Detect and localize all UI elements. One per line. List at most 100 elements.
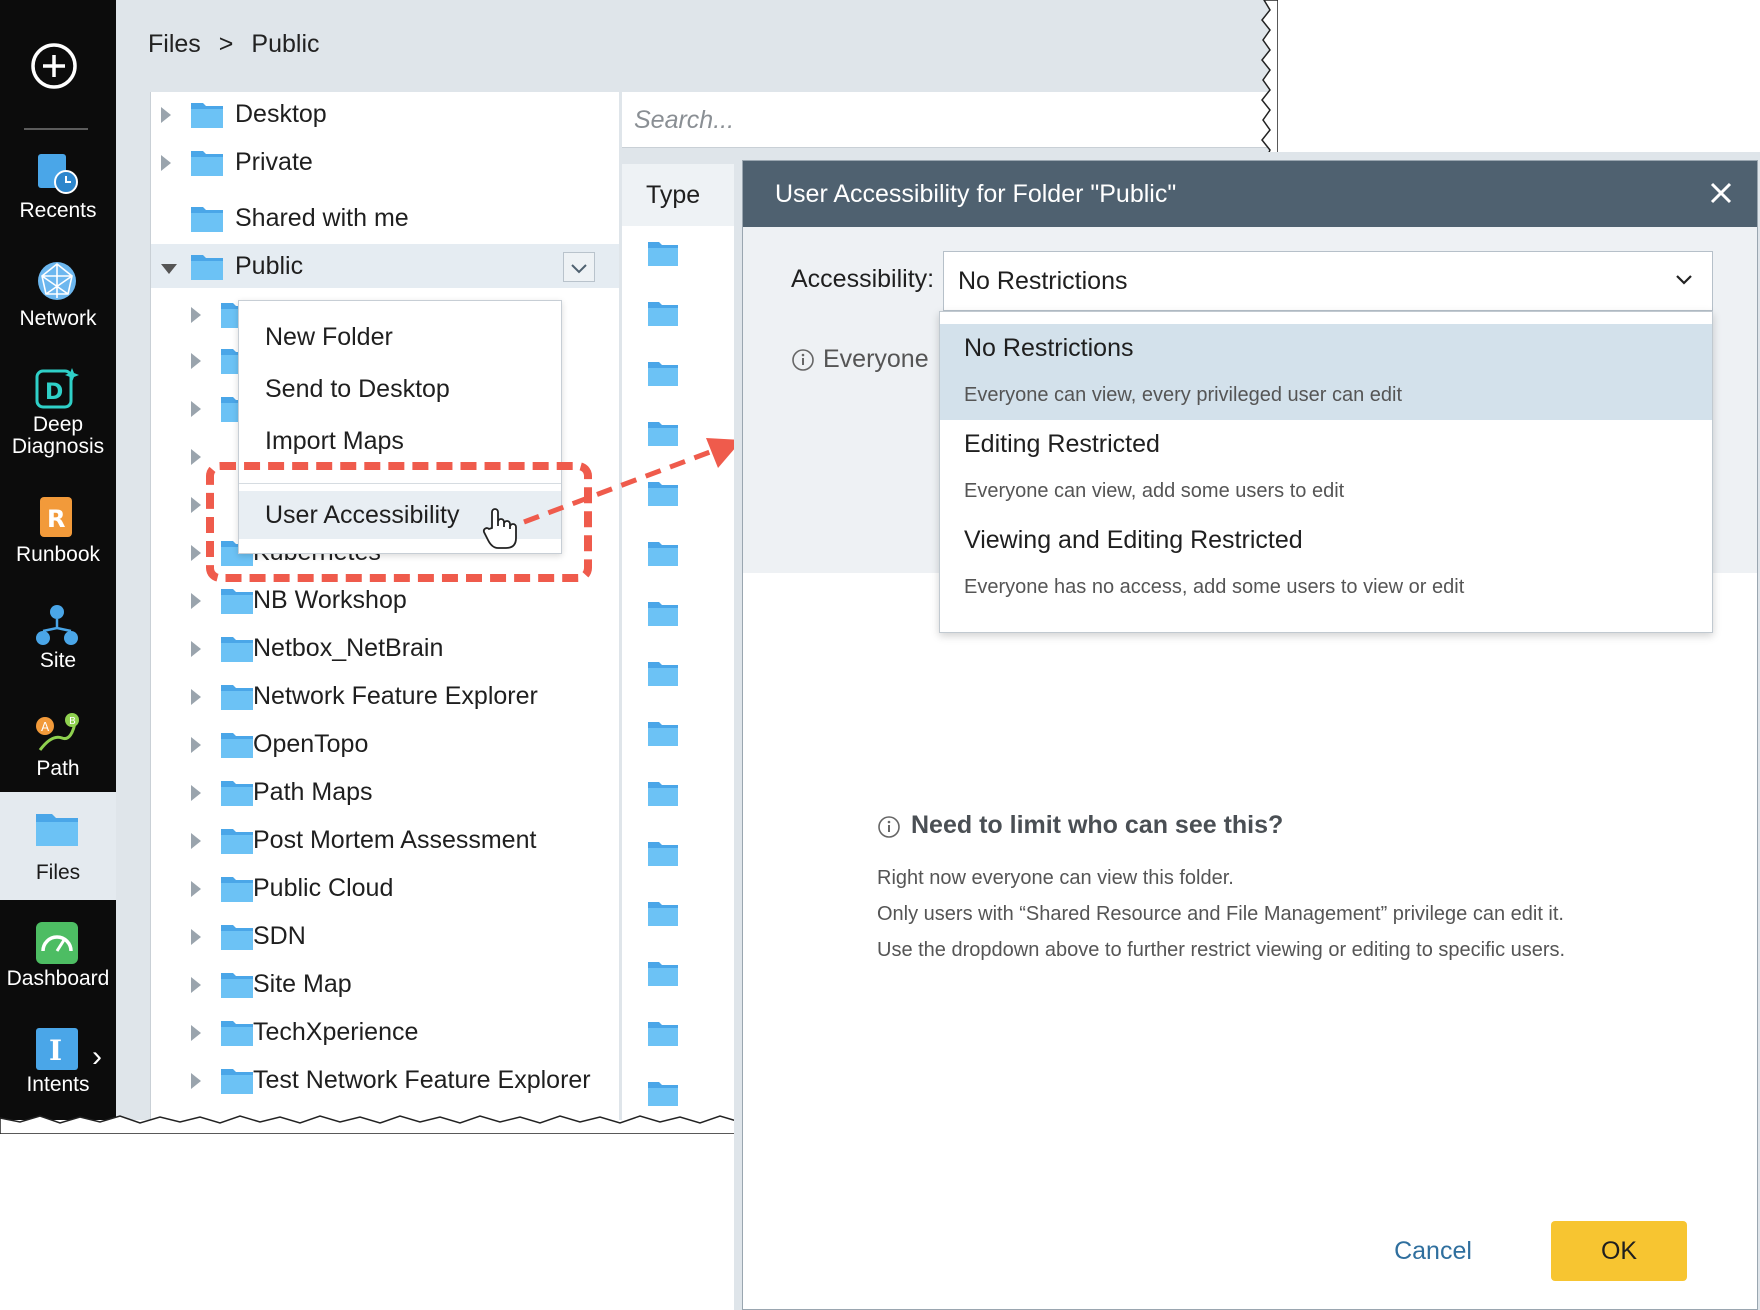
nav-label: Network: [19, 307, 97, 330]
tree-item-public[interactable]: Public: [151, 244, 619, 288]
info-icon: [792, 349, 814, 372]
expand-icon[interactable]: [191, 353, 201, 369]
intents-icon: I: [36, 1028, 78, 1070]
cancel-button[interactable]: Cancel: [1363, 1221, 1503, 1281]
info-icon: [878, 816, 900, 838]
expand-icon[interactable]: [191, 977, 201, 993]
search-input[interactable]: Search...: [622, 92, 1272, 148]
tree-item-opentopo[interactable]: OpenTopo: [191, 722, 619, 766]
info-line: Only users with “Shared Resource and Fil…: [877, 903, 1564, 925]
option-editing-restricted[interactable]: Editing Restricted Everyone can view, ad…: [940, 420, 1712, 516]
expand-icon[interactable]: [191, 833, 201, 849]
option-title: Viewing and Editing Restricted: [964, 526, 1303, 554]
info-line: Use the dropdown above to further restri…: [877, 939, 1566, 961]
expand-icon[interactable]: [191, 593, 201, 609]
folder-icon: [648, 302, 678, 326]
tree-item-shared-with-me[interactable]: Shared with me: [161, 196, 619, 240]
expand-icon[interactable]: [191, 929, 201, 945]
tree-item-network-feature-explorer[interactable]: Network Feature Explorer: [191, 674, 619, 718]
nav-item-path[interactable]: A B Path: [0, 698, 116, 806]
tree-item-desktop[interactable]: Desktop: [161, 92, 619, 136]
dialog-title: User Accessibility for Folder "Public": [743, 161, 1757, 227]
chevron-down-icon: [1676, 275, 1692, 285]
option-no-restrictions[interactable]: No Restrictions Everyone can view, every…: [940, 324, 1712, 420]
expand-icon[interactable]: [191, 785, 201, 801]
nav-item-network[interactable]: Network: [0, 246, 116, 354]
menu-item-send-to-desktop[interactable]: Send to Desktop: [239, 365, 561, 413]
user-accessibility-dialog: User Accessibility for Folder "Public" A…: [742, 160, 1758, 1310]
menu-item-new-folder[interactable]: New Folder: [239, 313, 561, 361]
torn-edge: [0, 1115, 760, 1134]
folder-icon: [221, 685, 253, 710]
tree-item-public-cloud[interactable]: Public Cloud: [191, 866, 619, 910]
expand-icon[interactable]: [191, 737, 201, 753]
expand-icon[interactable]: [191, 307, 201, 323]
folder-icon: [221, 1021, 253, 1046]
nav-item-site[interactable]: Site: [0, 590, 116, 698]
close-icon[interactable]: [1703, 175, 1739, 211]
nav-item-deep-diagnosis[interactable]: D Deep Diagnosis: [0, 354, 116, 462]
tree-item-sdn[interactable]: SDN: [191, 914, 619, 958]
tree-item-label: SDN: [253, 922, 306, 950]
tree-item-path-maps[interactable]: Path Maps: [191, 770, 619, 814]
tree-item-nb-workshop[interactable]: NB Workshop: [191, 578, 619, 622]
tree-item-label: Site Map: [253, 970, 352, 998]
add-icon[interactable]: [30, 42, 78, 90]
tree-item-label: Public: [235, 252, 304, 280]
accessibility-select[interactable]: No Restrictions: [943, 251, 1713, 311]
tree-item-label: NB Workshop: [253, 586, 407, 614]
expand-icon[interactable]: [161, 107, 171, 123]
folder-icon: [221, 781, 253, 806]
breadcrumb-root[interactable]: Files: [148, 30, 201, 58]
arrow-icon: [523, 438, 742, 525]
expand-icon[interactable]: [191, 641, 201, 657]
expand-icon[interactable]: [161, 155, 171, 171]
column-header-type[interactable]: Type: [622, 164, 742, 226]
folder-icon: [648, 242, 678, 266]
breadcrumb-separator: >: [218, 30, 234, 58]
expand-icon[interactable]: [191, 689, 201, 705]
option-viewing-and-editing-restricted[interactable]: Viewing and Editing Restricted Everyone …: [940, 516, 1712, 612]
torn-edge: [1261, 0, 1278, 164]
folder-icon: [648, 902, 678, 926]
expand-icon[interactable]: [191, 545, 201, 561]
recents-icon: [38, 154, 78, 194]
expand-icon[interactable]: [191, 497, 201, 513]
tree-item-label: Public Cloud: [253, 874, 394, 902]
path-icon: A B: [36, 713, 79, 751]
nav-item-recents[interactable]: Recents: [0, 138, 116, 246]
tree-item-private[interactable]: Private: [161, 140, 619, 184]
expand-icon[interactable]: [191, 401, 201, 417]
files-icon: [36, 814, 78, 846]
tree-item-netbox-netbrain[interactable]: Netbox_NetBrain: [191, 626, 619, 670]
expand-icon[interactable]: [191, 881, 201, 897]
chevron-right-icon[interactable]: ›: [92, 1040, 102, 1074]
nav-item-dashboard[interactable]: Dashboard: [0, 908, 116, 1016]
nav-item-runbook[interactable]: R Runbook: [0, 482, 116, 590]
expand-icon[interactable]: [191, 1025, 201, 1041]
folder-icon: [648, 602, 678, 626]
menu-item-import-maps[interactable]: Import Maps: [239, 417, 561, 465]
tree-item-techxperience[interactable]: TechXperience: [191, 1010, 619, 1054]
collapse-icon[interactable]: [161, 264, 177, 282]
everyone-note: Everyone: [791, 345, 929, 374]
folder-icon: [648, 782, 678, 806]
type-column: [622, 226, 742, 1120]
tree-item-label: OpenTopo: [253, 730, 369, 758]
row-menu-button[interactable]: [563, 252, 595, 282]
tree-item-post-mortem-assessment[interactable]: Post Mortem Assessment: [191, 818, 619, 862]
nav-item-files[interactable]: Files: [0, 792, 116, 900]
tree-item-site-map[interactable]: Site Map: [191, 962, 619, 1006]
folder-icon: [648, 362, 678, 386]
breadcrumb: Files > Public: [148, 30, 338, 59]
folder-icon: [191, 151, 223, 176]
option-description: Everyone can view, every privileged user…: [964, 384, 1403, 406]
expand-icon[interactable]: [191, 1073, 201, 1089]
left-nav: Recents Network D Deep Diagnosis R Runbo…: [0, 0, 116, 1120]
option-description: Everyone can view, add some users to edi…: [964, 480, 1345, 502]
tree-item-test-network-feature-explorer[interactable]: Test Network Feature Explorer: [191, 1058, 619, 1102]
expand-icon[interactable]: [191, 449, 201, 465]
folder-icon: [648, 1022, 678, 1046]
nav-label: Intents: [26, 1073, 90, 1096]
ok-button[interactable]: OK: [1551, 1221, 1687, 1281]
